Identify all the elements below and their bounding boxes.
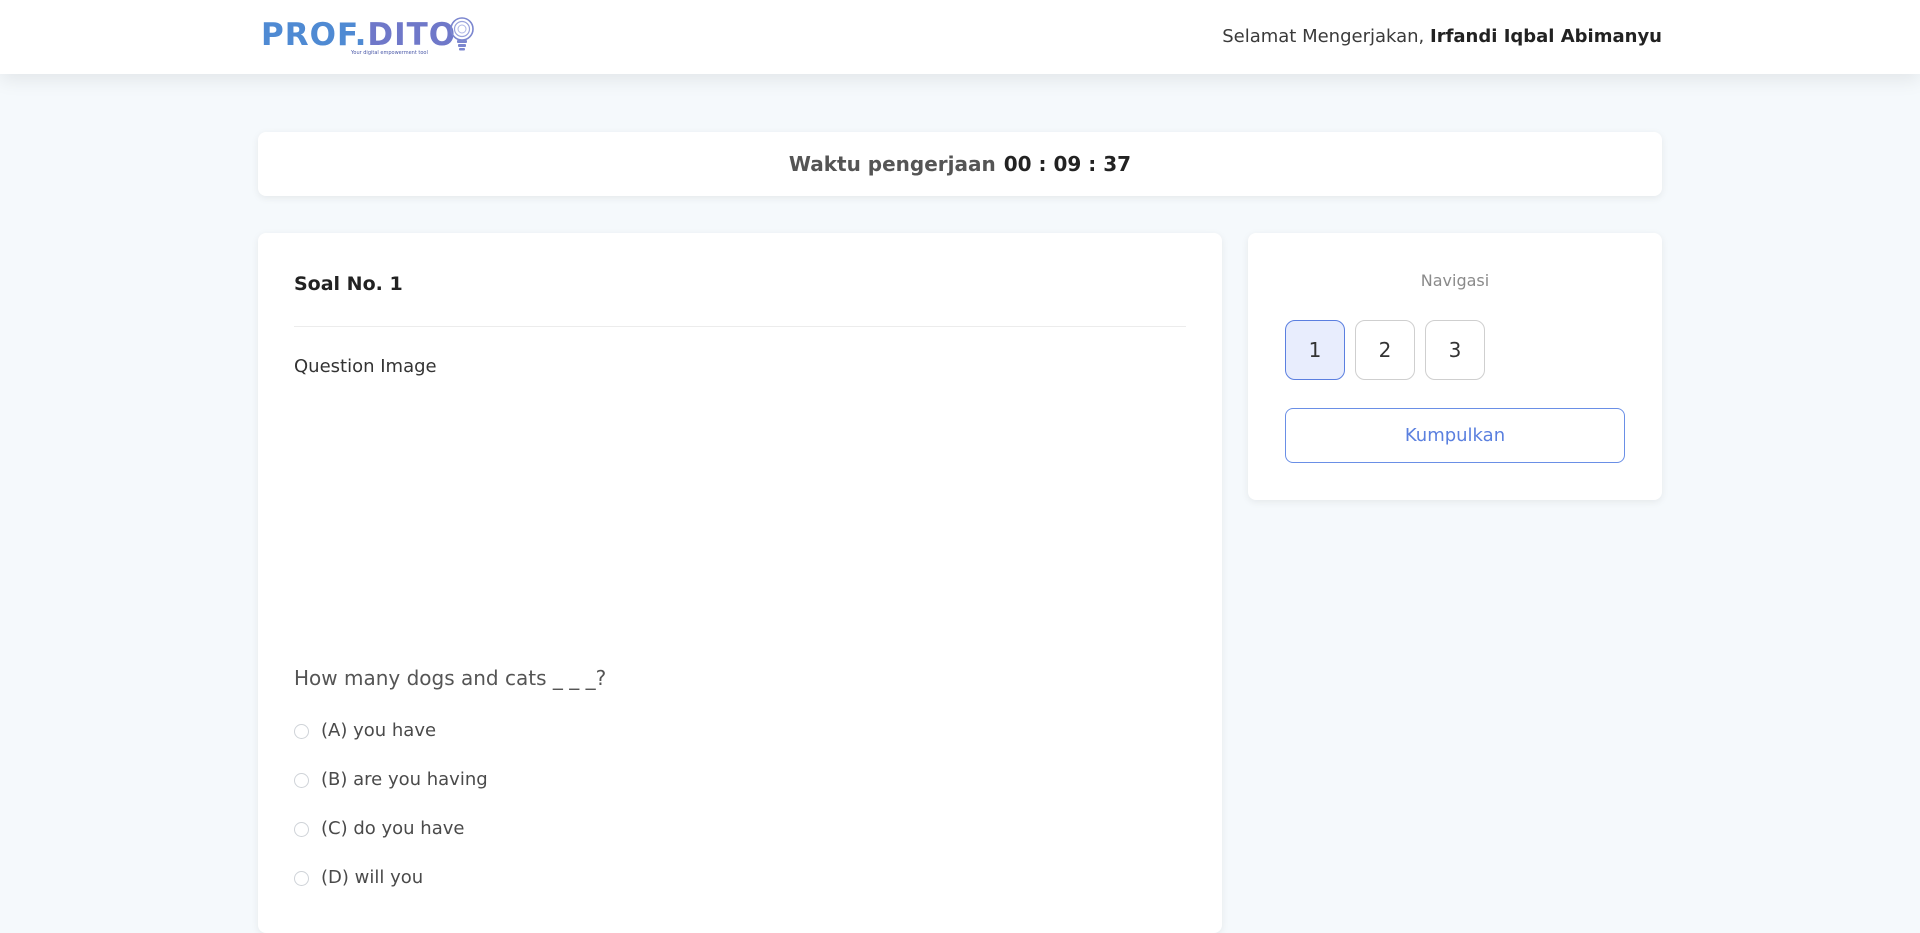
timer-card: Waktu pengerjaan 00 : 09 : 37 (258, 132, 1662, 196)
logo-tagline: Your digital empowerment tool (351, 50, 428, 56)
option-label: (A) you have (321, 720, 437, 741)
answer-options: (A) you have (B) are you having (C) do y… (294, 718, 488, 914)
nav-question-2-button[interactable]: 2 (1355, 320, 1415, 380)
option-label: (D) will you (321, 867, 424, 888)
question-nav-buttons: 1 2 3 (1285, 320, 1485, 380)
option-c[interactable]: (C) do you have (294, 816, 488, 865)
radio-button[interactable] (294, 724, 309, 739)
question-text: How many dogs and cats _ _ _? (294, 666, 607, 690)
user-name: Irfandi Iqbal Abimanyu (1430, 26, 1662, 47)
top-navbar: PROF.DITO Your digital empowerment tool … (0, 0, 1920, 74)
option-d[interactable]: (D) will you (294, 865, 488, 914)
navigation-card: Navigasi 1 2 3 Kumpulkan (1248, 233, 1662, 500)
radio-button[interactable] (294, 773, 309, 788)
question-title: Soal No. 1 (294, 273, 403, 295)
option-label: (B) are you having (321, 769, 488, 790)
logo-text-prof: PROF. (261, 17, 368, 53)
greeting: Selamat Mengerjakan, Irfandi Iqbal Abima… (1222, 24, 1662, 50)
timer: Waktu pengerjaan 00 : 09 : 37 (258, 151, 1662, 177)
greeting-prefix: Selamat Mengerjakan, (1222, 26, 1430, 47)
submit-button[interactable]: Kumpulkan (1285, 408, 1625, 463)
question-card: Soal No. 1 Question Image How many dogs … (258, 233, 1222, 933)
option-a[interactable]: (A) you have (294, 718, 488, 767)
radio-button[interactable] (294, 822, 309, 837)
prof-dito-logo[interactable]: PROF.DITO Your digital empowerment tool (261, 16, 481, 58)
logo-text-dito: DITO (367, 17, 457, 53)
timer-value: 00 : 09 : 37 (1003, 152, 1132, 176)
logo-wordmark: PROF.DITO (261, 18, 456, 52)
question-image: Question Image (294, 355, 437, 379)
divider (294, 326, 1186, 327)
navigation-title: Navigasi (1420, 271, 1490, 290)
nav-question-3-button[interactable]: 3 (1425, 320, 1485, 380)
option-label: (C) do you have (321, 818, 465, 839)
radio-button[interactable] (294, 871, 309, 886)
nav-question-1-button[interactable]: 1 (1285, 320, 1345, 380)
lightbulb-icon (450, 17, 474, 51)
option-b[interactable]: (B) are you having (294, 767, 488, 816)
timer-label: Waktu pengerjaan (788, 152, 996, 176)
question-image-alt: Question Image (294, 356, 437, 377)
